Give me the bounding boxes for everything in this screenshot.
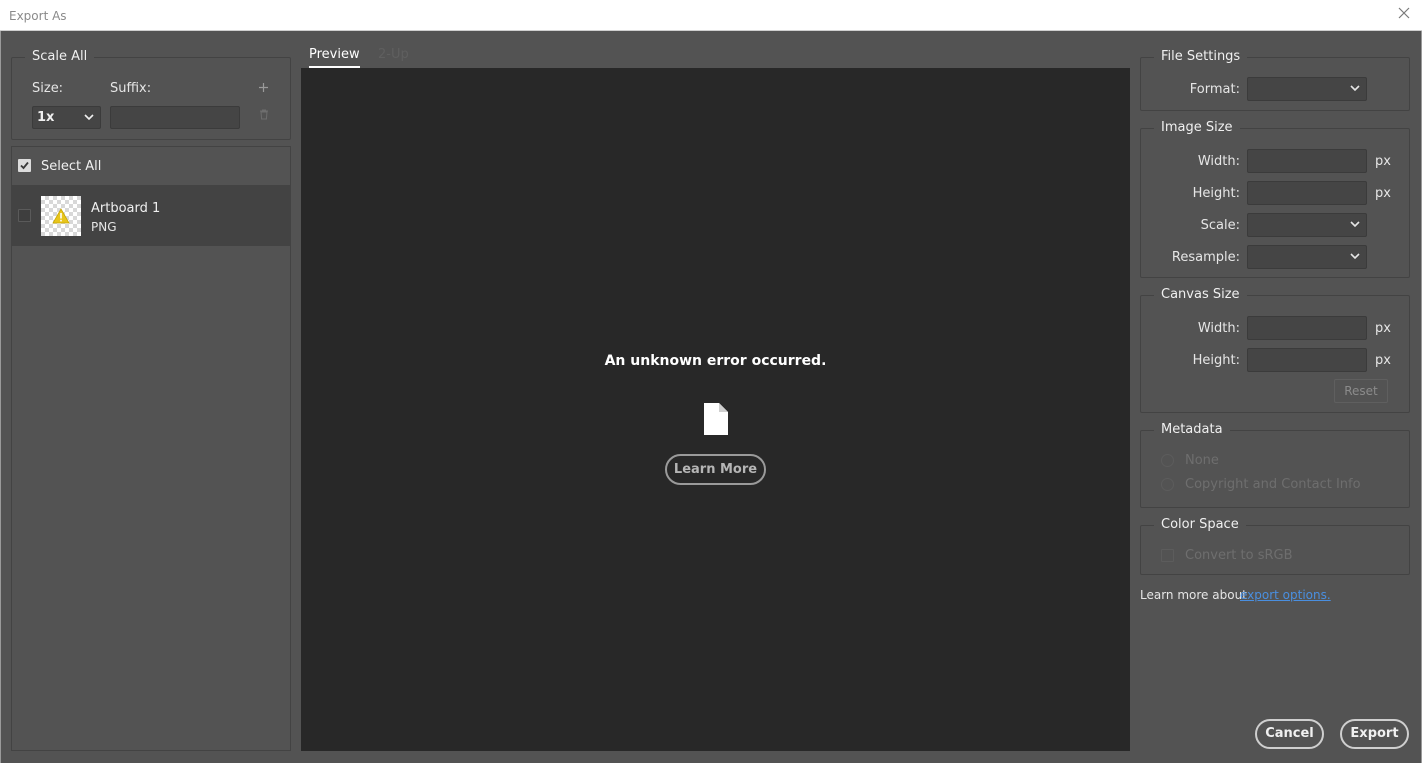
format-label: Format: (1189, 82, 1240, 97)
chevron-down-icon (1350, 221, 1360, 228)
color-space-legend: Color Space (1154, 517, 1246, 532)
error-message: An unknown error occurred. (604, 353, 827, 369)
convert-srgb-label: Convert to sRGB (1185, 548, 1293, 563)
metadata-group: Metadata (1140, 422, 1410, 508)
file-settings-legend: File Settings (1154, 49, 1248, 64)
artboard-format: PNG (91, 220, 117, 234)
size-label: Size: (32, 81, 64, 96)
canvas-height-input[interactable] (1247, 348, 1367, 372)
window-frame-left (0, 31, 1, 763)
image-size-legend: Image Size (1154, 120, 1240, 135)
metadata-legend: Metadata (1154, 422, 1230, 437)
image-height-input[interactable] (1247, 181, 1367, 205)
size-select-value: 1x (37, 110, 55, 125)
tab-2-up[interactable]: 2-Up (378, 47, 409, 62)
convert-srgb-checkbox[interactable] (1161, 549, 1174, 562)
image-height-unit: px (1375, 186, 1391, 201)
artboard-name: Artboard 1 (91, 201, 161, 216)
resample-label: Resample: (1171, 250, 1240, 265)
canvas-width-label: Width: (1197, 321, 1240, 336)
image-width-unit: px (1375, 154, 1391, 169)
scale-select[interactable] (1247, 213, 1367, 237)
export-button[interactable]: Export (1340, 719, 1409, 749)
metadata-copyright-radio[interactable] (1161, 478, 1174, 491)
image-width-input[interactable] (1247, 149, 1367, 173)
metadata-none-radio[interactable] (1161, 454, 1174, 467)
canvas-height-unit: px (1375, 353, 1391, 368)
tab-preview[interactable]: Preview (309, 47, 360, 68)
size-select[interactable]: 1x (32, 106, 101, 129)
artboard-thumbnail (41, 196, 81, 236)
canvas-width-unit: px (1375, 321, 1391, 336)
window-title: Export As (9, 9, 67, 23)
checkmark-icon (20, 161, 29, 170)
learn-more-text: Learn more about (1140, 588, 1247, 602)
title-bar: Export As (0, 0, 1422, 31)
format-select[interactable] (1247, 77, 1367, 101)
cancel-button[interactable]: Cancel (1255, 719, 1324, 749)
select-all-checkbox[interactable] (18, 159, 31, 172)
trash-icon[interactable] (259, 109, 269, 120)
image-height-label: Height: (1192, 186, 1240, 201)
image-width-label: Width: (1197, 154, 1240, 169)
suffix-label: Suffix: (110, 81, 152, 96)
metadata-none-label: None (1185, 453, 1219, 468)
metadata-copyright-label: Copyright and Contact Info (1185, 477, 1361, 492)
chevron-down-icon (1350, 253, 1360, 260)
canvas-size-legend: Canvas Size (1154, 287, 1247, 302)
suffix-input[interactable] (110, 106, 240, 129)
canvas-height-label: Height: (1192, 353, 1240, 368)
warning-icon (52, 208, 70, 224)
scale-label: Scale: (1200, 218, 1240, 233)
list-item[interactable]: Artboard 1 PNG (12, 186, 290, 246)
preview-area: An unknown error occurred. Learn More (301, 68, 1130, 751)
artboard-list: Select All Artboard 1 PNG (11, 146, 291, 751)
artboard-checkbox[interactable] (18, 209, 31, 222)
resample-select[interactable] (1247, 245, 1367, 269)
chevron-down-icon (84, 114, 94, 121)
export-options-link[interactable]: export options. (1240, 588, 1331, 602)
select-all-label: Select All (41, 159, 102, 174)
document-icon (704, 403, 728, 435)
canvas-width-input[interactable] (1247, 316, 1367, 340)
add-scale-icon[interactable] (258, 82, 269, 93)
reset-button[interactable]: Reset (1334, 379, 1388, 403)
close-icon[interactable] (1396, 5, 1412, 21)
select-all-row[interactable]: Select All (12, 147, 290, 186)
learn-more-button[interactable]: Learn More (665, 454, 766, 485)
scale-all-legend: Scale All (25, 49, 95, 64)
chevron-down-icon (1350, 85, 1360, 92)
